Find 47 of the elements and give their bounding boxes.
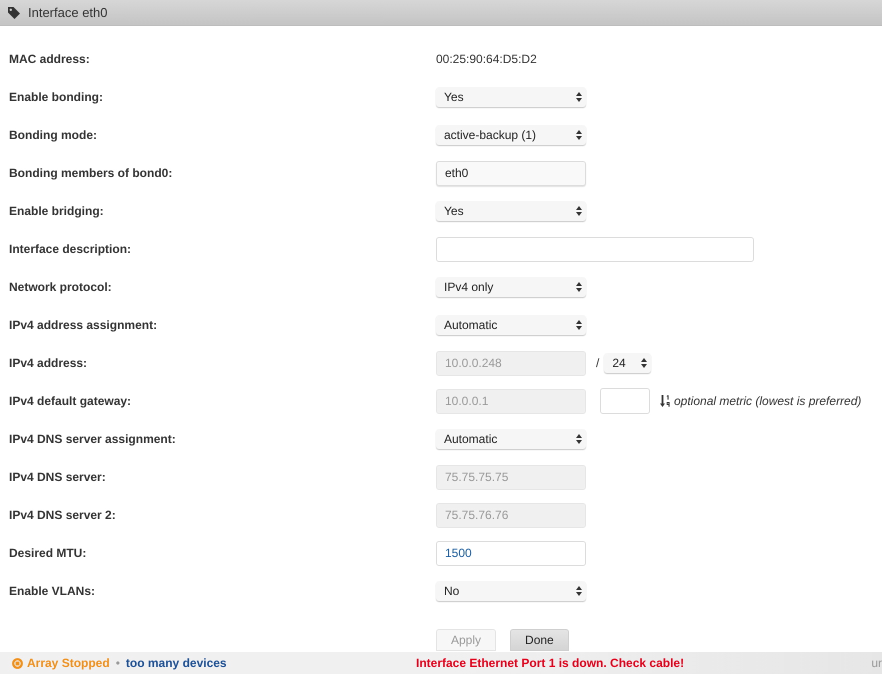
field-label: MAC address: [9, 51, 91, 68]
slash-separator: / [596, 355, 600, 372]
updown-caret-icon [576, 320, 582, 330]
select-dropdown[interactable]: No [436, 581, 586, 601]
select-dropdown[interactable]: Automatic [436, 429, 586, 449]
updown-caret-icon [576, 92, 582, 102]
updown-caret-icon [576, 130, 582, 140]
metric-hint: optional metric (lowest is preferred) [674, 393, 862, 410]
updown-caret-icon [576, 282, 582, 292]
updown-caret-icon [641, 358, 648, 368]
stop-circle-icon [12, 658, 23, 668]
select-dropdown[interactable]: Automatic [436, 315, 586, 335]
separator-dot: • [114, 655, 121, 672]
field-label: IPv4 DNS server 2: [9, 507, 117, 524]
select-dropdown[interactable]: Yes [436, 87, 586, 107]
multiselect-field[interactable]: eth0 [436, 160, 586, 186]
panel-title: Interface eth0 [28, 4, 108, 22]
field-label: Enable bridging: [9, 203, 105, 220]
updown-caret-icon [576, 586, 582, 596]
form-button[interactable]: Done [510, 629, 569, 651]
field-label: Network protocol: [9, 279, 113, 296]
field-label: Enable VLANs: [9, 583, 96, 600]
metric-field[interactable] [600, 388, 650, 414]
updown-caret-icon [576, 206, 582, 216]
field-label: Bonding members of bond0: [9, 165, 174, 182]
array-status: Array Stopped [27, 655, 110, 672]
field-label: IPv4 DNS server: [9, 469, 107, 486]
updown-caret-icon [576, 434, 582, 444]
field-label: IPv4 address assignment: [9, 317, 158, 334]
field-label: IPv4 DNS server assignment: [9, 431, 177, 448]
field-label: Bonding mode: [9, 127, 98, 144]
select-dropdown[interactable]: IPv4 only [436, 277, 586, 297]
tag-icon [8, 6, 20, 18]
select-dropdown[interactable]: active-backup (1) [436, 125, 586, 145]
mac-address-value: 00:25:90:64:D5:D2 [436, 51, 537, 68]
field-label: Enable bonding: [9, 89, 104, 106]
field-label: IPv4 address: [9, 355, 88, 372]
sort-numeric-icon [660, 395, 671, 407]
select-dropdown[interactable]: Yes [436, 201, 586, 221]
device-warning: too many devices [126, 655, 227, 672]
error-message: Interface Ethernet Port 1 is down. Check cable! [416, 655, 684, 672]
field-label: IPv4 default gateway: [9, 393, 132, 410]
input-field[interactable] [436, 236, 754, 262]
field-label: Desired MTU: [9, 545, 88, 562]
status-text: ur [871, 655, 882, 672]
field-label: Interface description: [9, 241, 132, 258]
input-field[interactable]: 1500 [436, 540, 586, 566]
